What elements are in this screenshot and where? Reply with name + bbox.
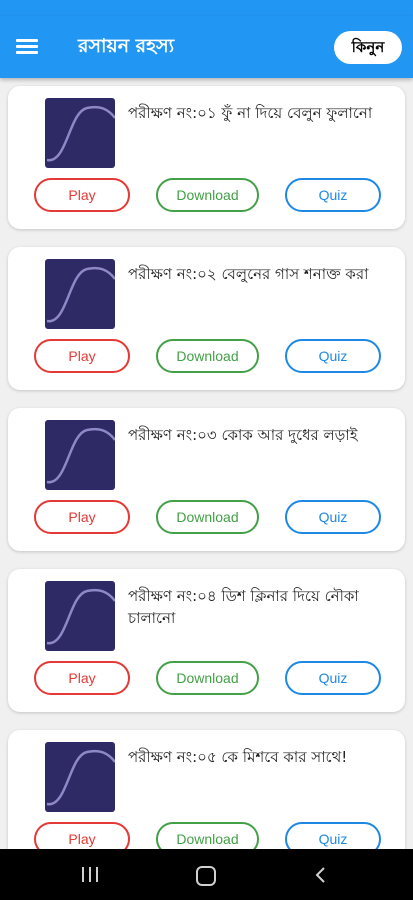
experiment-thumbnail <box>45 420 115 490</box>
quiz-button[interactable]: Quiz <box>285 822 381 849</box>
navigation-bar <box>0 849 413 900</box>
back-icon[interactable] <box>313 865 329 885</box>
play-button[interactable]: Play <box>34 178 130 212</box>
quiz-button[interactable]: Quiz <box>285 178 381 212</box>
experiment-title: পরীক্ষণ নং:০৩ কোক আর দুধের লড়াই <box>128 426 358 444</box>
experiment-card: পরীক্ষণ নং:০৫ কে মিশবে কার সাথে! Play Do… <box>8 730 405 849</box>
download-button[interactable]: Download <box>156 500 259 534</box>
play-button[interactable]: Play <box>34 500 130 534</box>
app-bar: রসায়ন রহস্য কিনুন <box>0 16 413 78</box>
quiz-button[interactable]: Quiz <box>285 339 381 373</box>
download-button[interactable]: Download <box>156 822 259 849</box>
experiment-title: পরীক্ষণ নং:০২ বেলুনের গাস শনাক্ত করা <box>128 265 369 283</box>
menu-icon[interactable] <box>16 38 40 56</box>
experiment-card: পরীক্ষণ নং:০৪ ডিশ ক্লিনার দিয়ে নৌকা চাল… <box>8 569 405 712</box>
home-icon[interactable] <box>196 866 216 886</box>
quiz-button[interactable]: Quiz <box>285 661 381 695</box>
quiz-button[interactable]: Quiz <box>285 500 381 534</box>
download-button[interactable]: Download <box>156 178 259 212</box>
experiment-title: পরীক্ষণ নং:০৪ ডিশ ক্লিনার দিয়ে নৌকা চাল… <box>128 587 359 627</box>
app-title: রসায়ন রহস্য <box>78 35 175 57</box>
download-button[interactable]: Download <box>156 339 259 373</box>
experiment-card: পরীক্ষণ নং:০২ বেলুনের গাস শনাক্ত করা Pla… <box>8 247 405 390</box>
play-button[interactable]: Play <box>34 822 130 849</box>
experiment-thumbnail <box>45 581 115 651</box>
buy-button[interactable]: কিনুন <box>334 31 402 64</box>
experiment-card: পরীক্ষণ নং:০৩ কোক আর দুধের লড়াই Play Do… <box>8 408 405 551</box>
experiment-thumbnail <box>45 98 115 168</box>
experiment-card: পরীক্ষণ নং:০১ ফুঁ না দিয়ে বেলুন ফুলানো … <box>8 86 405 229</box>
play-button[interactable]: Play <box>34 661 130 695</box>
status-bar <box>0 0 413 16</box>
experiment-list[interactable]: পরীক্ষণ নং:০১ ফুঁ না দিয়ে বেলুন ফুলানো … <box>0 78 413 849</box>
experiment-title: পরীক্ষণ নং:০১ ফুঁ না দিয়ে বেলুন ফুলানো <box>128 104 373 122</box>
recents-icon[interactable] <box>82 867 99 882</box>
play-button[interactable]: Play <box>34 339 130 373</box>
download-button[interactable]: Download <box>156 661 259 695</box>
experiment-thumbnail <box>45 259 115 329</box>
experiment-thumbnail <box>45 742 115 812</box>
experiment-title: পরীক্ষণ নং:০৫ কে মিশবে কার সাথে! <box>128 748 348 766</box>
